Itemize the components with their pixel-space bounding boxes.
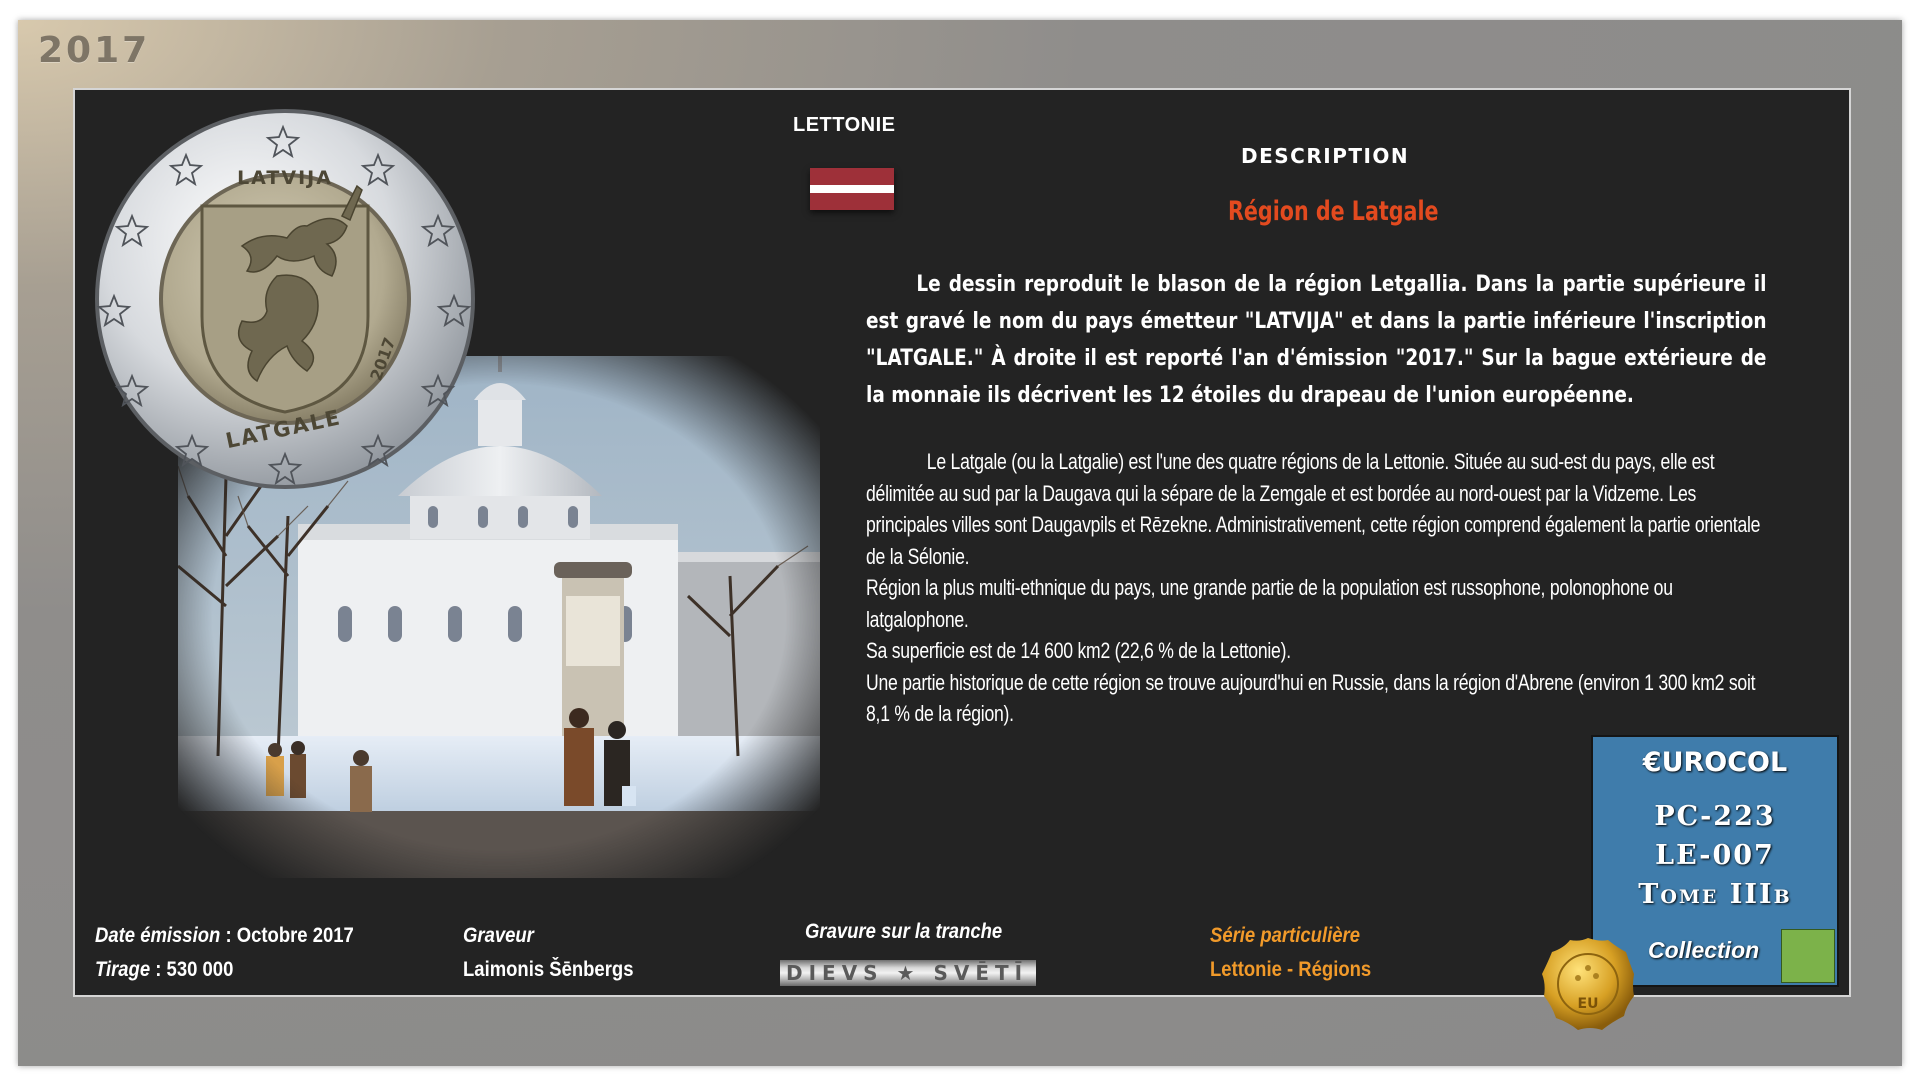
region-title: Région de Latgale xyxy=(1228,196,1439,227)
collection-checkbox[interactable] xyxy=(1781,929,1835,983)
catalog-code: LE-007 xyxy=(1655,840,1775,871)
tirage-value: : 530 000 xyxy=(150,958,234,981)
latvia-2-euro-coin: LATVIJA LATGALE 2017 xyxy=(92,106,478,497)
catalog-brand: €UROCOL xyxy=(1642,747,1788,778)
year-label: 2017 xyxy=(38,30,151,71)
serie-value: Lettonie - Régions xyxy=(1210,958,1372,981)
tirage-label: Tirage xyxy=(95,958,151,981)
region-description: Le Latgale (ou la Latgalie) est l'une de… xyxy=(866,446,1778,730)
graveur-name: Laimonis Šēnbergs xyxy=(463,958,634,981)
region-paragraph: Région la plus multi-ethnique du pays, u… xyxy=(866,575,1673,632)
date-emission: Date émission : Octobre 2017 xyxy=(95,924,354,948)
description-heading: DESCRIPTION xyxy=(1241,144,1410,168)
date-label: Date émission xyxy=(95,924,221,947)
country-title: LETTONIE xyxy=(793,114,896,136)
serie-label: Série particulière xyxy=(1210,924,1360,947)
latvia-flag-icon xyxy=(810,168,894,210)
region-paragraph: Sa superficie est de 14 600 km2 (22,6 % … xyxy=(866,638,1291,663)
date-value: : Octobre 2017 xyxy=(220,924,354,947)
tranche-label: Gravure sur la tranche xyxy=(805,920,1003,943)
seal-text: EU xyxy=(1578,996,1599,1012)
region-paragraph: Une partie historique de cette région se… xyxy=(866,669,1756,727)
catalog-code: Tome IIIb xyxy=(1638,879,1792,910)
gold-wax-seal-icon: EU xyxy=(1538,934,1638,1039)
collection-label: Collection xyxy=(1648,937,1760,963)
coin-country-inscription: LATVIJA xyxy=(237,167,333,189)
graveur-label: Graveur xyxy=(463,924,534,947)
coin-edge-inscription: DIEVS ★ SVĒTĪ xyxy=(780,960,1036,986)
catalog-code: PC-223 xyxy=(1654,801,1776,832)
region-paragraph: Le Latgale (ou la Latgalie) est l'une de… xyxy=(866,449,1761,569)
tirage: Tirage : 530 000 xyxy=(95,958,233,982)
coin-description-paragraph: Le dessin reproduit le blason de la régi… xyxy=(866,272,1767,408)
